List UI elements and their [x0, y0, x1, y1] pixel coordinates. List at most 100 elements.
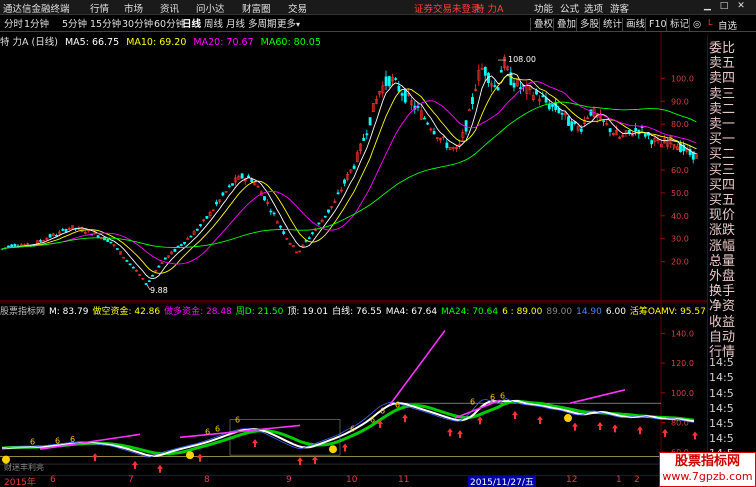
tool-mark[interactable]: 标记: [666, 18, 689, 31]
candle-body: [589, 109, 593, 116]
maximize-icon[interactable]: □: [720, 1, 729, 11]
indicator-caption: 财迷丰利亮: [4, 463, 44, 472]
candle-body: [173, 248, 177, 252]
period-60min[interactable]: 60分钟: [154, 18, 185, 31]
period-15min[interactable]: 15分钟: [90, 18, 121, 31]
buy-arrow: [572, 422, 578, 431]
candle-body: [493, 85, 497, 87]
date-label: 9: [286, 475, 292, 485]
tool-f10[interactable]: F10: [645, 18, 667, 31]
menu-market[interactable]: 市场: [124, 1, 143, 15]
price-tick-label: 50.0: [671, 189, 689, 198]
candle-body: [240, 173, 244, 179]
signal-label: 6: [395, 401, 400, 410]
candle-body: [269, 210, 273, 213]
tool-settings-icon[interactable]: ◎: [689, 18, 701, 31]
date-label: 7: [128, 475, 134, 485]
login-notice[interactable]: 证券交易未登录: [414, 1, 481, 15]
tool-restore-rights[interactable]: 叠权: [530, 18, 553, 31]
indicator-value: 股票指标网: [0, 307, 46, 317]
tool-multi-stock[interactable]: 多股: [576, 18, 599, 31]
candle-body: [205, 216, 209, 219]
watchlist-button[interactable]: 自选: [718, 18, 737, 32]
buy-arrow: [692, 431, 698, 440]
buy-arrow: [342, 443, 348, 452]
buy-arrow: [312, 456, 318, 465]
menu-quotes[interactable]: 行情: [90, 1, 109, 15]
candle-body: [147, 280, 151, 283]
candle-body: [39, 240, 42, 242]
watermark-title: 股票指标网: [674, 454, 740, 469]
indicator-value: 周D: 21.50: [235, 307, 284, 317]
buy-arrow: [662, 428, 668, 437]
candle-body: [512, 82, 516, 88]
quote-label: 14:5: [709, 386, 734, 400]
period-more[interactable]: 更多: [277, 18, 296, 31]
price-tick-label: 60.0: [671, 166, 689, 175]
candle-body: [13, 244, 17, 247]
menu-ask[interactable]: 问小达: [196, 1, 225, 15]
window-controls[interactable]: ▁ □ ✕: [704, 1, 745, 11]
menu-function[interactable]: 功能: [534, 1, 553, 15]
tool-draw[interactable]: 画线: [622, 18, 645, 31]
candle-body: [263, 196, 266, 201]
period-multi[interactable]: 多周期: [248, 18, 277, 31]
signal-label: 6: [215, 424, 220, 433]
price-tick-label: 90.0: [671, 97, 689, 106]
candle-body: [64, 229, 68, 233]
user-guest[interactable]: 游客: [610, 1, 629, 15]
candle-body: [547, 104, 551, 110]
menu-news[interactable]: 资讯: [160, 1, 179, 15]
range-box: [229, 419, 341, 456]
tool-statistics[interactable]: 统计: [599, 18, 622, 31]
date-label: 10: [346, 475, 358, 485]
candle-body: [560, 113, 564, 115]
menu-trade[interactable]: 交易: [288, 1, 307, 15]
candle-body: [551, 104, 554, 107]
buy-arrow: [402, 414, 408, 423]
candle-body: [231, 183, 234, 186]
period-1min[interactable]: 1分钟: [24, 18, 49, 31]
candle-body: [640, 126, 644, 128]
candle-body: [323, 215, 327, 218]
period-5min[interactable]: 5分钟: [62, 18, 87, 31]
quote-label: 14:5: [709, 356, 734, 370]
candle-body: [519, 87, 522, 90]
indicator-value: 6.00: [605, 307, 626, 317]
quote-label: 14:5: [709, 417, 734, 430]
signal-label: 6: [490, 393, 495, 402]
menu-formula[interactable]: 公式: [560, 1, 579, 15]
candle-body: [131, 266, 135, 269]
buy-arrow: [157, 464, 163, 473]
period-monthly[interactable]: 月线: [226, 18, 245, 31]
ma20-line: [1, 81, 697, 265]
site-watermark[interactable]: 股票指标网 www.7gpzb.com: [659, 452, 756, 487]
signal-label: 6: [55, 436, 60, 445]
tool-overlay[interactable]: 叠加: [553, 18, 576, 31]
period-daily[interactable]: 日线: [182, 18, 201, 31]
menu-wealth[interactable]: 财富圈: [242, 1, 271, 15]
candle-body: [61, 229, 65, 231]
signal-label: 6: [30, 438, 35, 447]
period-tick[interactable]: 分时: [4, 18, 23, 31]
candle-body: [579, 128, 583, 132]
chart-canvas[interactable]: 100.090.080.070.060.050.040.030.020.0108…: [0, 32, 707, 475]
close-icon[interactable]: ✕: [737, 1, 745, 11]
ma10-line: [1, 74, 697, 274]
more-chevron-icon[interactable]: ▾: [296, 18, 300, 31]
indicator-value: MA4: 67.64: [385, 307, 438, 317]
menu-options[interactable]: 选项: [584, 1, 603, 15]
period-30min[interactable]: 30分钟: [122, 18, 153, 31]
blue-line: [1, 398, 695, 458]
buy-arrow: [447, 428, 453, 437]
candle-body: [445, 142, 449, 148]
price-tick-label: 20.0: [671, 258, 689, 267]
period-weekly[interactable]: 周线: [204, 18, 223, 31]
watermark-url: www.7gpzb.com: [662, 470, 753, 483]
buy-arrow: [252, 439, 258, 448]
candle-body: [247, 175, 250, 178]
indicator-value: 6 : 89.00: [502, 307, 543, 317]
minimize-icon[interactable]: ▁: [704, 1, 711, 11]
candle-body: [317, 222, 321, 225]
signal-label: 6: [70, 435, 75, 444]
